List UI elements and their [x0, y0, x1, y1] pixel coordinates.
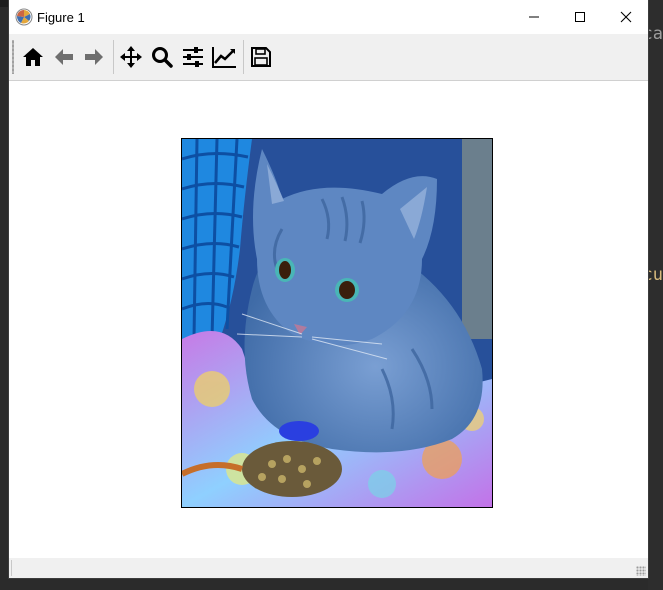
close-button[interactable] — [603, 0, 649, 34]
maximize-button[interactable] — [557, 0, 603, 34]
move-icon — [120, 46, 142, 68]
image-axes[interactable] — [181, 138, 493, 508]
minimize-button[interactable] — [511, 0, 557, 34]
toolbar-separator — [113, 40, 114, 74]
status-bar — [9, 558, 648, 578]
line-chart-icon — [212, 47, 236, 68]
pan-button[interactable] — [116, 42, 146, 72]
arrow-right-icon — [85, 49, 103, 65]
resize-grip-icon[interactable] — [636, 566, 646, 576]
zoom-button[interactable] — [147, 42, 177, 72]
close-icon — [620, 11, 632, 23]
back-button[interactable] — [49, 42, 79, 72]
magnifier-icon — [152, 47, 173, 68]
navigation-toolbar — [9, 34, 648, 81]
window-title: Figure 1 — [37, 10, 85, 25]
figure-canvas[interactable] — [9, 81, 648, 558]
toolbar-grip[interactable] — [12, 40, 14, 74]
sliders-icon — [183, 47, 203, 67]
edit-axes-button[interactable] — [209, 42, 239, 72]
arrow-left-icon — [55, 49, 73, 65]
cat-image — [182, 139, 492, 507]
background-editor-right — [648, 0, 663, 590]
maximize-icon — [575, 12, 585, 22]
configure-subplots-button[interactable] — [178, 42, 208, 72]
forward-button[interactable] — [79, 42, 109, 72]
home-button[interactable] — [18, 42, 48, 72]
toolbar-separator — [243, 40, 244, 74]
floppy-disk-icon — [251, 47, 271, 67]
home-icon — [23, 48, 43, 66]
title-bar[interactable]: Figure 1 — [9, 0, 648, 34]
minimize-icon — [529, 16, 539, 18]
save-button[interactable] — [246, 42, 276, 72]
status-bar-separator — [11, 560, 12, 576]
matplotlib-logo-icon — [15, 8, 33, 26]
figure-window: Figure 1 — [9, 0, 648, 578]
